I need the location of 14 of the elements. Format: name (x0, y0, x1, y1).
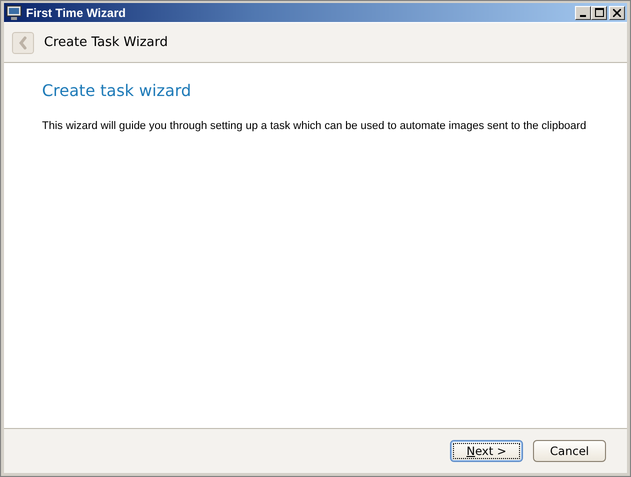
minimize-icon (580, 14, 586, 16)
window-title: First Time Wizard (26, 6, 127, 20)
close-button[interactable] (609, 6, 625, 20)
maximize-button[interactable] (591, 6, 607, 20)
chevron-left-icon (18, 36, 28, 50)
description-text: This wizard will guide you through setting up a task which can be used to automate images sent to the clipboard (42, 120, 586, 132)
next-button[interactable]: Next > (450, 440, 523, 462)
monitor-icon (6, 4, 22, 20)
cancel-button[interactable]: Cancel (533, 440, 606, 462)
close-icon (613, 8, 621, 16)
minimize-button[interactable] (575, 6, 591, 20)
maximize-icon (594, 8, 604, 17)
page-heading: Create task wizard (42, 81, 192, 100)
wizard-title: Create Task Wizard (44, 35, 168, 50)
